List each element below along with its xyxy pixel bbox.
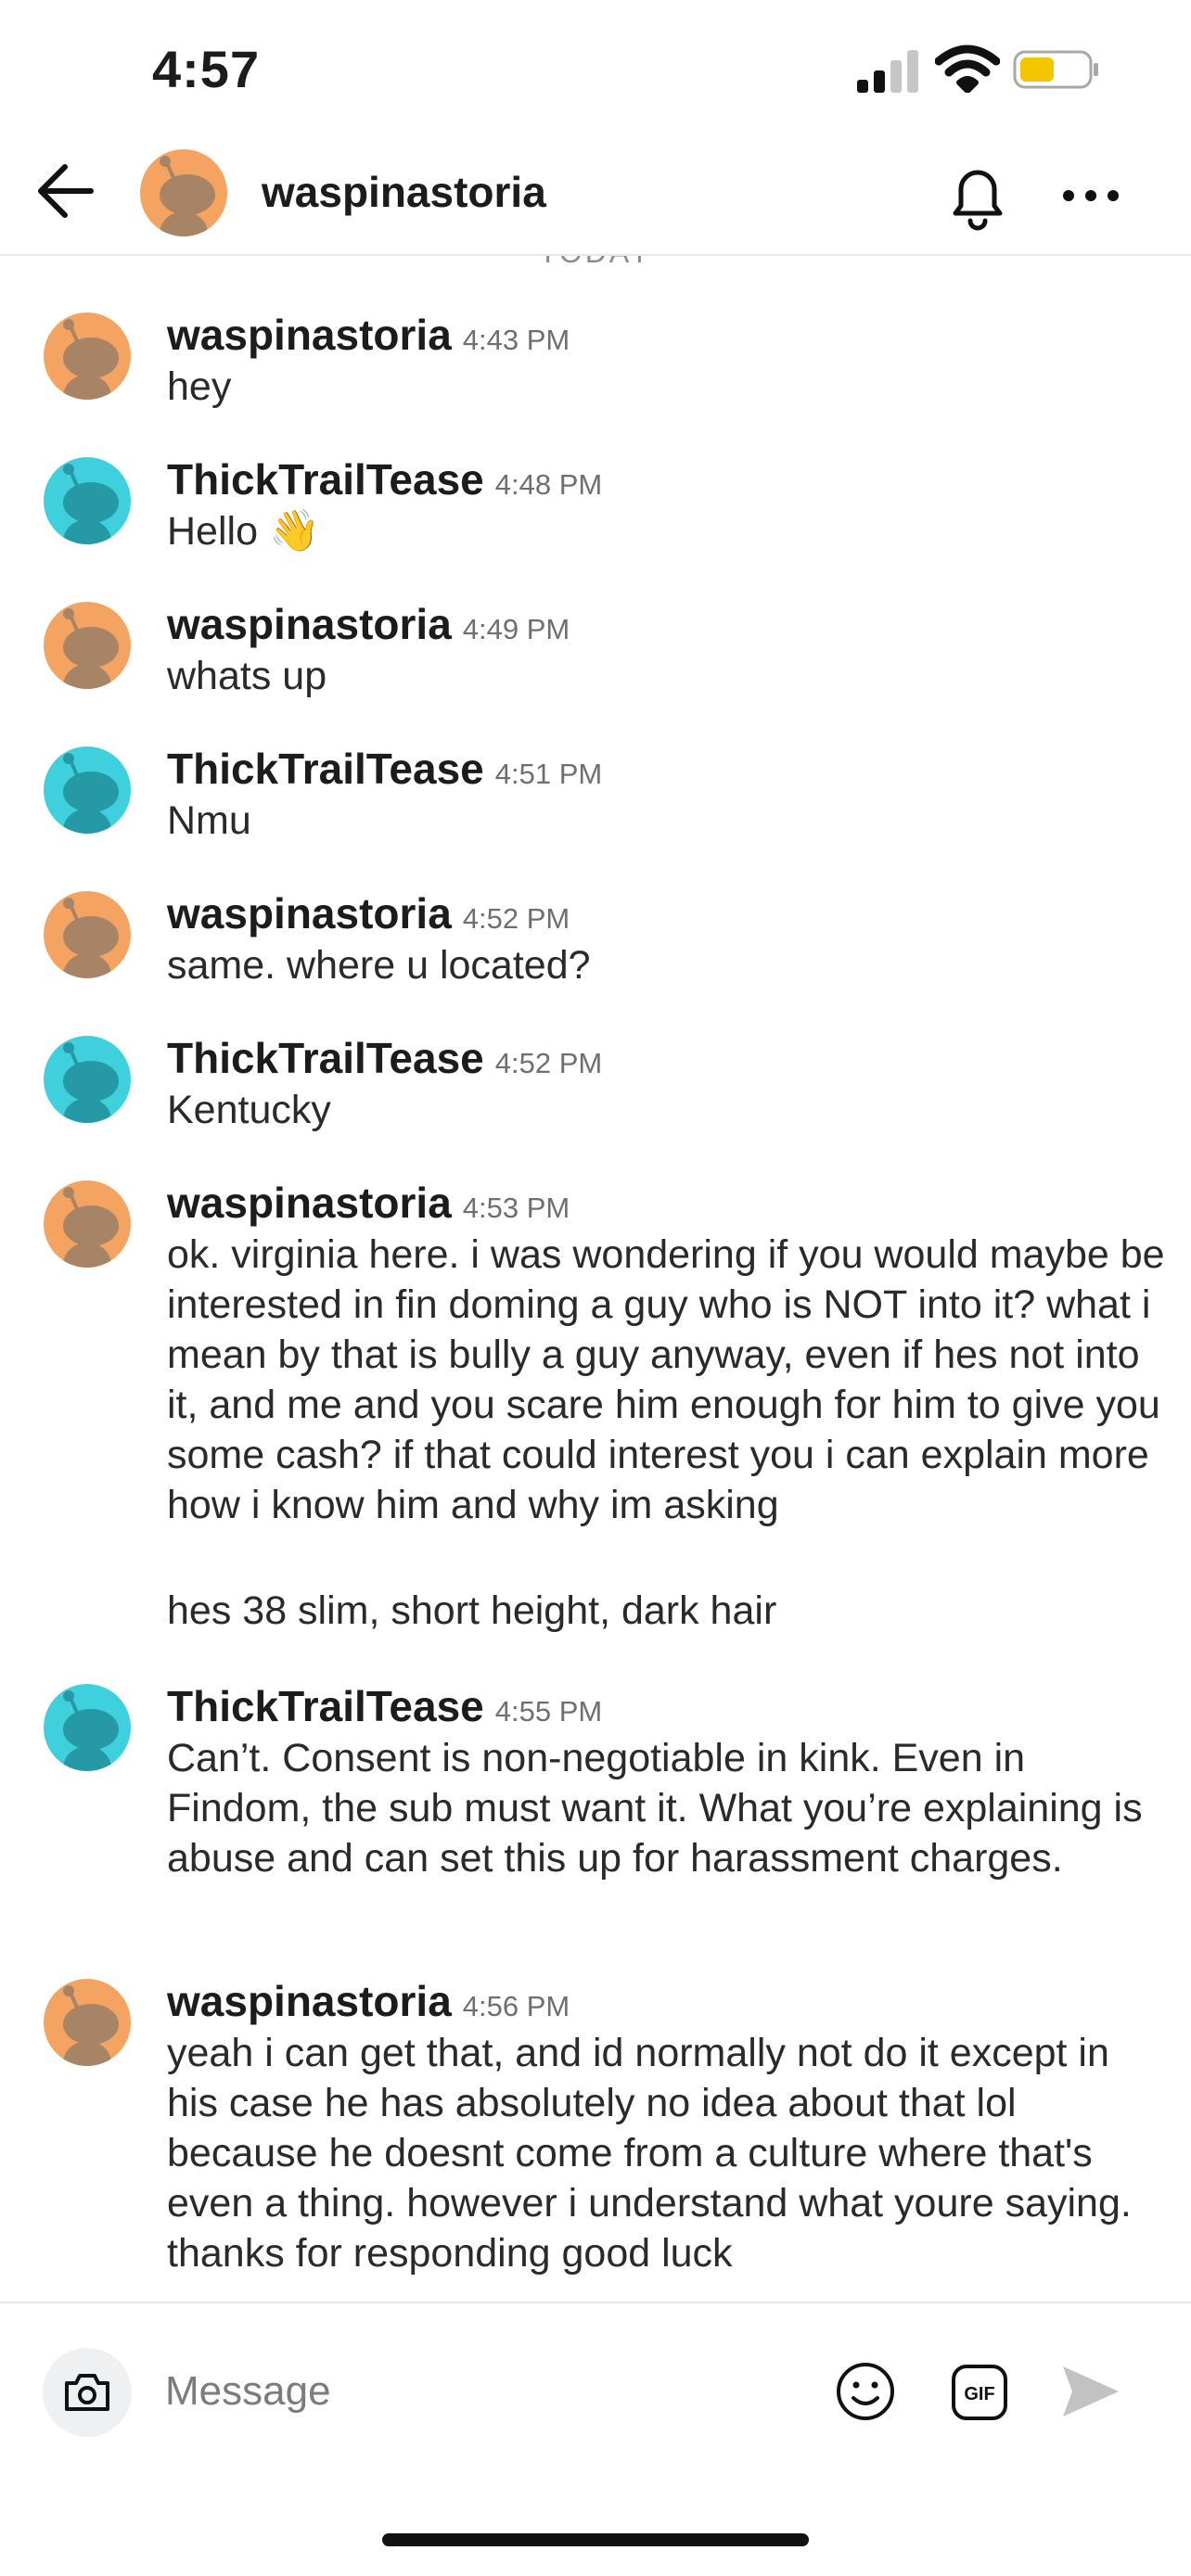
message-time: 4:52 PM <box>462 902 570 935</box>
message-author[interactable]: ThickTrailTease <box>167 1034 484 1082</box>
more-horizontal-icon[interactable] <box>1057 172 1124 219</box>
message-time: 4:53 PM <box>462 1192 570 1224</box>
avatar[interactable] <box>43 890 132 979</box>
message-text: Hello 👋 <box>167 506 1169 556</box>
camera-icon <box>65 2374 109 2411</box>
message-text-content: Hello <box>167 509 258 554</box>
camera-button[interactable] <box>43 2348 132 2437</box>
message-time: 4:52 PM <box>494 1047 603 1079</box>
message-author[interactable]: waspinastoria <box>167 1977 452 2025</box>
message-text: ok. virginia here. i was wondering if yo… <box>167 1232 1165 1527</box>
message-time: 4:48 PM <box>494 468 603 501</box>
message-author[interactable]: waspinastoria <box>167 1179 452 1227</box>
message-input[interactable] <box>163 2357 798 2426</box>
avatar[interactable] <box>43 746 132 835</box>
send-icon[interactable] <box>1057 2361 1122 2422</box>
battery-icon <box>1013 50 1098 89</box>
status-time: 4:57 <box>152 40 261 98</box>
message-text: same. where u located? <box>167 943 591 988</box>
back-arrow-icon[interactable] <box>33 156 104 226</box>
message-time: 4:51 PM <box>494 758 603 790</box>
message-text: Nmu <box>167 798 251 843</box>
message-author[interactable]: ThickTrailTease <box>167 1682 484 1730</box>
avatar[interactable] <box>43 601 132 690</box>
chat-title[interactable]: waspinastoria <box>262 167 546 217</box>
message-text-followup: hes 38 slim, short height, dark hair <box>167 1588 777 1633</box>
gif-label: GIF <box>964 2384 994 2404</box>
avatar[interactable] <box>43 456 132 545</box>
message-author[interactable]: waspinastoria <box>167 311 452 359</box>
message-author[interactable]: ThickTrailTease <box>167 455 484 504</box>
message-time: 4:56 PM <box>462 1990 570 2022</box>
message-author[interactable]: ThickTrailTease <box>167 745 484 793</box>
message-author[interactable]: waspinastoria <box>167 600 452 648</box>
cellular-signal-icon <box>857 50 918 93</box>
home-indicator[interactable] <box>382 2533 809 2546</box>
avatar[interactable] <box>43 1035 132 1124</box>
message-author[interactable]: waspinastoria <box>167 889 452 937</box>
message-composer: GIF <box>0 2302 1191 2452</box>
wifi-icon <box>935 45 1000 93</box>
message-text: hey <box>167 364 232 409</box>
avatar[interactable] <box>43 1180 132 1269</box>
message-text: yeah i can get that, and id normally not… <box>167 2031 1132 2276</box>
gif-button[interactable]: GIF <box>950 2363 1009 2422</box>
message-text: Can’t. Consent is non-negotiable in kink… <box>167 1736 1143 1881</box>
message-time: 4:49 PM <box>462 613 570 645</box>
avatar[interactable] <box>43 312 132 401</box>
message-text: Kentucky <box>167 1088 331 1132</box>
smiley-icon[interactable] <box>835 2361 896 2422</box>
bell-icon[interactable] <box>942 159 1013 232</box>
avatar[interactable] <box>43 1683 132 1772</box>
avatar[interactable] <box>43 1978 132 2067</box>
message-time: 4:43 PM <box>462 324 570 356</box>
message-list: waspinastoria 4:43 PM hey ThickTrailTease… <box>0 256 1191 2296</box>
status-bar: 4:57 <box>0 0 1191 139</box>
chat-header: waspinastoria <box>0 139 1191 256</box>
message-text: whats up <box>167 654 327 698</box>
waving-hand-emoji: 👋 <box>269 508 320 554</box>
message-time: 4:55 PM <box>494 1695 603 1728</box>
avatar[interactable] <box>139 148 228 237</box>
